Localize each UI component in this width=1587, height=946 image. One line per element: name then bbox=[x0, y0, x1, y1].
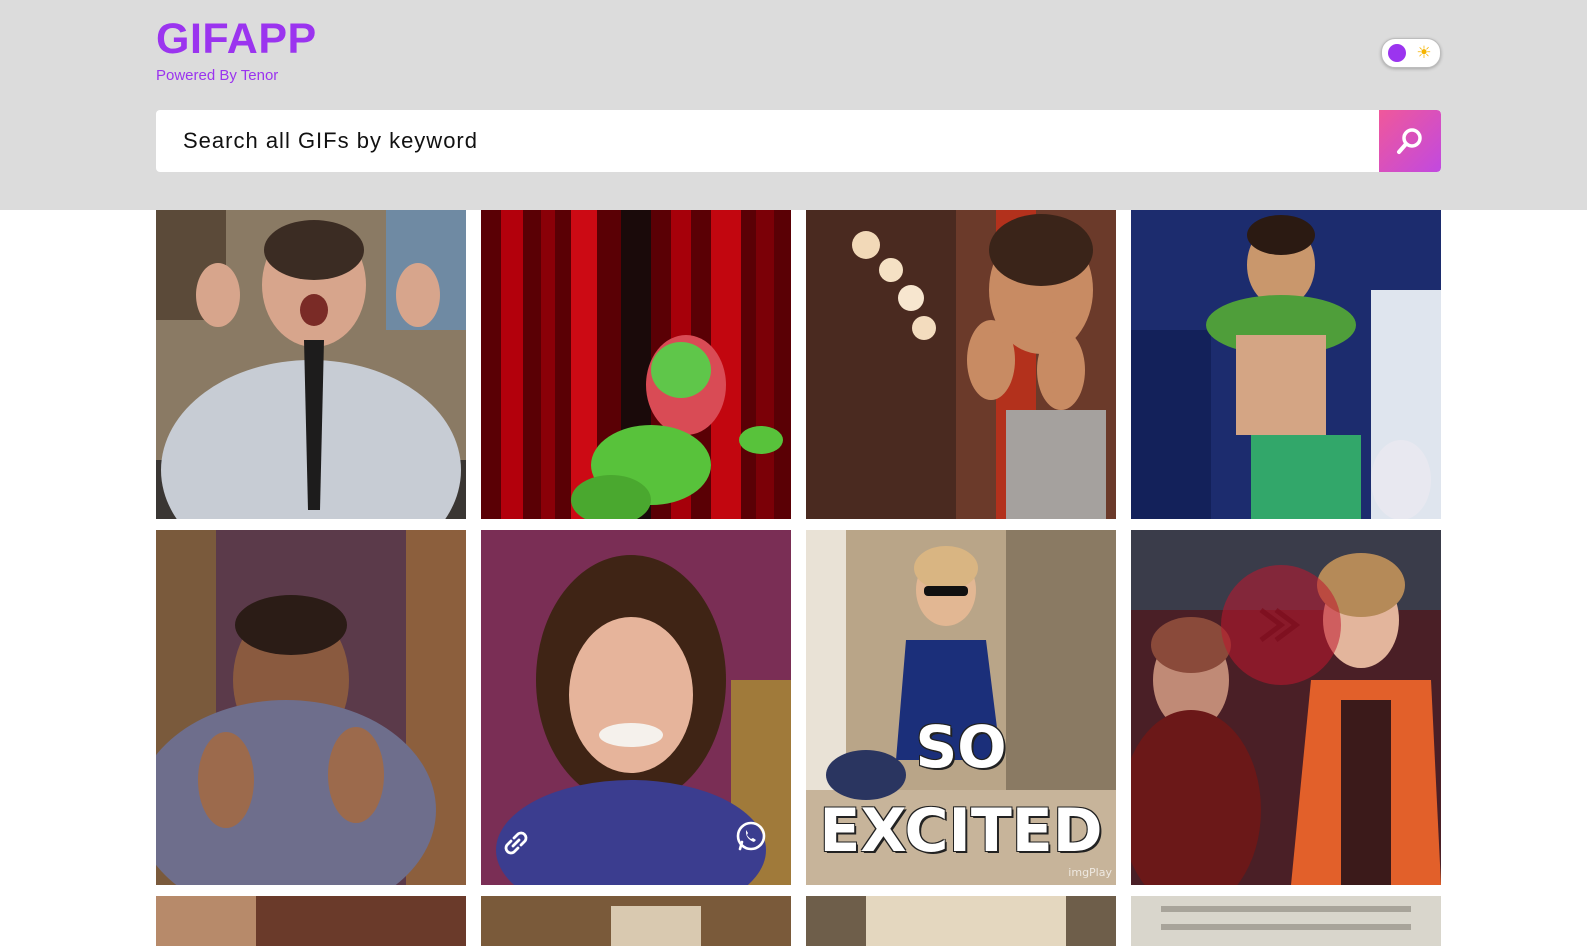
gif-tile[interactable] bbox=[1131, 896, 1441, 946]
gif-image bbox=[156, 210, 466, 519]
gif-tile[interactable] bbox=[806, 896, 1116, 946]
search-bar bbox=[156, 110, 1441, 172]
search-button[interactable] bbox=[1379, 110, 1441, 172]
gif-tile-child-excited[interactable] bbox=[806, 210, 1116, 519]
caption-line-2: EXCITED bbox=[819, 796, 1103, 866]
gif-image bbox=[1131, 210, 1441, 519]
gif-image bbox=[806, 896, 1116, 946]
gif-tile-boy-shirt-celebrating[interactable] bbox=[1131, 210, 1441, 519]
gif-image bbox=[156, 530, 466, 885]
app-header: GIFAPP Powered By Tenor ☀ bbox=[0, 0, 1587, 210]
link-icon[interactable] bbox=[499, 826, 533, 860]
theme-toggle[interactable]: ☀ bbox=[1381, 38, 1441, 68]
gif-image bbox=[1131, 530, 1441, 885]
gif-tile-man-clapping-excited[interactable] bbox=[156, 210, 466, 519]
caption-line-1: SO bbox=[915, 713, 1007, 781]
gif-tile-women-screaming[interactable] bbox=[1131, 530, 1441, 885]
search-input[interactable] bbox=[156, 110, 1380, 172]
gif-tile-toddler-sunglasses[interactable]: SO EXCITED imgPlay bbox=[806, 530, 1116, 885]
app-title: GIFAPP bbox=[156, 15, 317, 63]
gif-image bbox=[156, 896, 466, 946]
search-icon bbox=[1397, 128, 1422, 154]
app-subtitle: Powered By Tenor bbox=[156, 67, 279, 84]
gif-image bbox=[1131, 896, 1441, 946]
watermark: imgPlay bbox=[1068, 866, 1112, 879]
sun-icon: ☀ bbox=[1416, 43, 1432, 63]
gif-image bbox=[806, 210, 1116, 519]
gif-tile-girl-grinning[interactable] bbox=[481, 530, 791, 885]
gif-tile[interactable] bbox=[156, 896, 466, 946]
gif-image bbox=[481, 896, 791, 946]
gif-image bbox=[481, 210, 791, 519]
toggle-knob bbox=[1388, 44, 1406, 62]
gif-tile[interactable] bbox=[481, 896, 791, 946]
gif-tile-man-clapping[interactable] bbox=[156, 530, 466, 885]
whatsapp-icon[interactable] bbox=[734, 820, 768, 854]
gif-tile-kermit-frog-waving[interactable] bbox=[481, 210, 791, 519]
